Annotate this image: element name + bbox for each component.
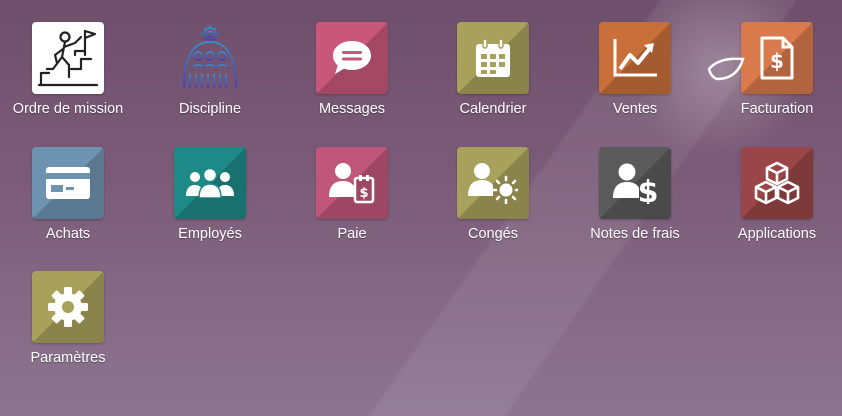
app-achats[interactable]: Achats [0,147,136,257]
app-tile: $ [599,147,671,219]
app-tile [599,22,671,94]
app-tile [457,22,529,94]
svg-text:$: $ [359,186,368,201]
calendar-icon [476,38,510,77]
cubes-icon [754,161,800,205]
app-discipline[interactable]: Discipline [142,22,278,132]
people-group-icon [186,168,234,198]
app-tile [32,271,104,343]
app-tile: $ [316,147,388,219]
app-label: Notes de frais [590,226,680,242]
app-label: Calendrier [459,101,527,117]
app-label: Paramètres [30,350,106,366]
user-payslip-icon: $ [329,163,375,204]
chat-bubble-icon [333,41,371,74]
app-messages[interactable]: Messages [284,22,420,132]
climbing-flag-icon [37,29,99,87]
app-tile [174,22,246,94]
app-applications[interactable]: Applications [709,147,842,257]
app-tile [32,22,104,94]
app-ventes[interactable]: Ventes [567,22,703,132]
app-tile: $ [741,22,813,94]
app-label: Paie [337,226,367,242]
app-label: Applications [737,226,817,242]
svg-text:$: $ [770,49,784,73]
team-gear-icon [183,25,237,89]
credit-card-icon [46,167,90,199]
app-tile [457,147,529,219]
app-paie[interactable]: $ Paie [284,147,420,257]
app-tile [316,22,388,94]
app-parametres[interactable]: Paramètres [0,271,136,381]
app-grid: Ordre de mission Discipline Messages Cal… [0,0,842,416]
user-sun-icon [468,163,518,204]
invoice-dollar-icon: $ [760,36,794,80]
app-label: Discipline [178,101,242,117]
app-label: Ventes [612,101,658,117]
gear-icon [48,287,88,327]
app-tile [32,147,104,219]
app-ordre-de-mission[interactable]: Ordre de mission [0,22,136,132]
app-tile [741,147,813,219]
app-label: Facturation [740,101,814,117]
app-tile [174,147,246,219]
app-notes-de-frais[interactable]: $ Notes de frais [567,147,703,257]
app-label: Messages [318,101,386,117]
app-label: Achats [45,226,91,242]
app-facturation[interactable]: $ Facturation [709,22,842,132]
app-label: Congés [468,226,518,242]
trend-chart-icon [613,39,657,77]
user-dollar-icon: $ [613,163,658,204]
app-label: Employés [178,226,242,242]
app-employes[interactable]: Employés [142,147,278,257]
svg-text:$: $ [638,175,658,204]
app-calendrier[interactable]: Calendrier [425,22,561,132]
app-conges[interactable]: Congés [425,147,561,257]
app-label: Ordre de mission [12,101,124,117]
